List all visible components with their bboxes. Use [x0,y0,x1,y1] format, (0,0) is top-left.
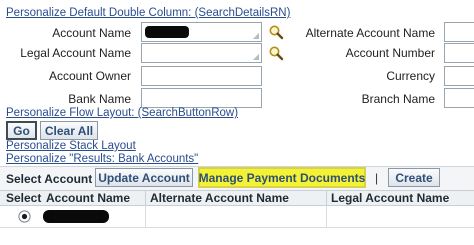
personalize-double-column-link[interactable]: Personalize Default Double Column: (Sear… [6,7,290,19]
column-header-legal-account-name[interactable]: Legal Account Name [331,191,449,205]
column-header-select[interactable]: Select [6,191,41,205]
account-name-field[interactable]: ◢ [141,22,262,42]
select-account-label: Select Account [6,172,93,186]
clear-all-button[interactable]: Clear All [40,121,98,140]
legal-account-name-field[interactable]: ◢ [141,43,262,63]
resize-grip-icon: ◢ [252,31,259,40]
personalize-flow-layout-link[interactable]: Personalize Flow Layout: (SearchButtonRo… [6,107,238,119]
alternate-account-name-label: Alternate Account Name [305,26,435,40]
go-button[interactable]: Go [6,121,37,140]
redacted-value [145,26,189,38]
account-number-label: Account Number [345,46,435,60]
account-number-field[interactable] [444,43,474,63]
account-name-search-icon[interactable] [268,24,284,40]
column-header-account-name[interactable]: Account Name [46,191,130,205]
radio-selected-icon[interactable] [18,210,31,223]
account-owner-field[interactable] [141,66,262,86]
legal-account-name-search-icon[interactable] [268,45,284,61]
column-divider [145,206,146,228]
alternate-account-name-field[interactable] [444,22,474,42]
currency-label: Currency [386,69,435,83]
branch-name-label: Branch Name [361,92,435,106]
toolbar-separator: | [375,171,379,185]
column-divider [326,190,327,206]
branch-name-field[interactable] [444,88,474,108]
account-name-label: Account Name [52,26,131,40]
update-account-button[interactable]: Update Account [95,168,193,187]
currency-field[interactable] [444,66,474,86]
column-divider [326,206,327,228]
resize-grip-icon: ◢ [252,52,259,61]
personalize-results-link[interactable]: Personalize "Results: Bank Accounts" [6,153,198,165]
account-owner-label: Account Owner [48,69,131,83]
create-button[interactable]: Create [388,168,440,187]
redacted-account-name [43,210,109,223]
bank-name-field[interactable] [141,88,262,108]
column-header-alternate-account-name[interactable]: Alternate Account Name [150,191,289,205]
column-divider [145,190,146,206]
bank-name-label: Bank Name [68,92,131,106]
manage-payment-documents-button[interactable]: Manage Payment Documents [198,167,366,188]
legal-account-name-label: Legal Account Name [20,46,131,60]
personalize-stack-layout-link[interactable]: Personalize Stack Layout [6,140,136,152]
